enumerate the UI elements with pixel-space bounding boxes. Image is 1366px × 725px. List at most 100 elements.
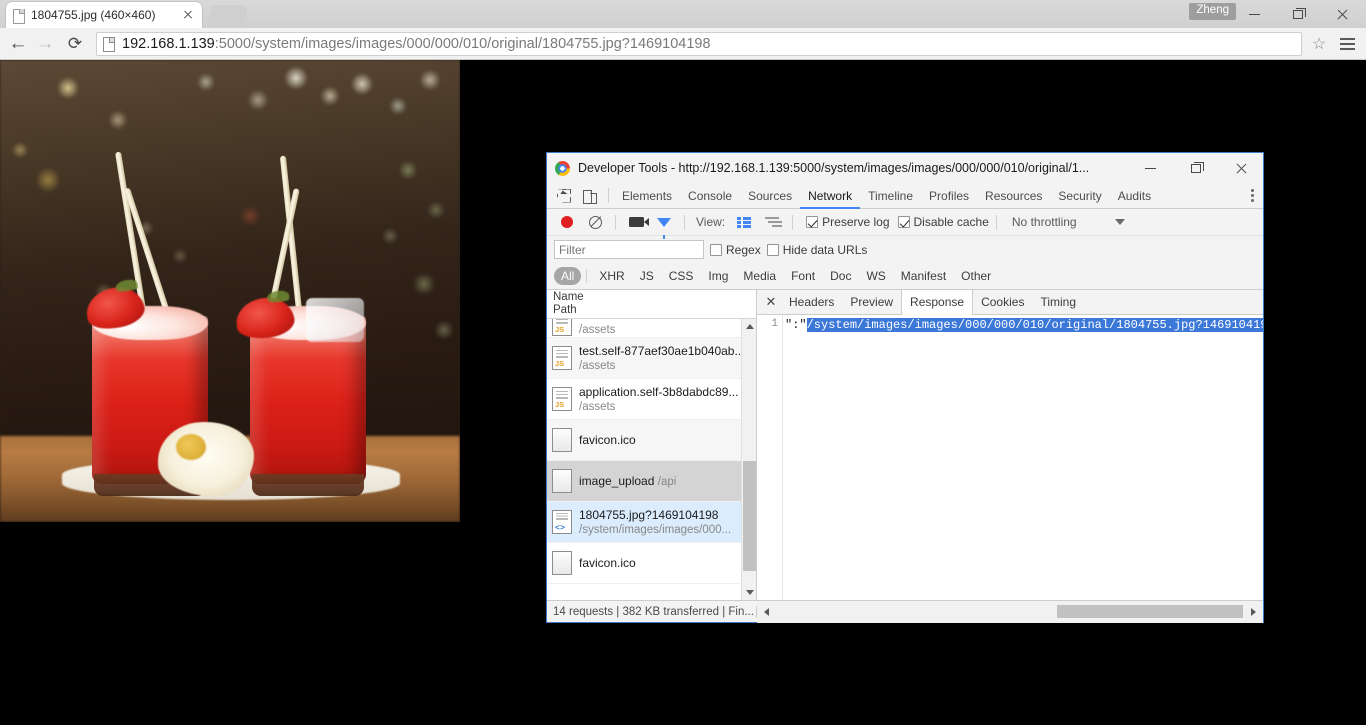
tab-resources[interactable]: Resources	[977, 183, 1050, 209]
scroll-down-arrow-icon[interactable]	[742, 585, 756, 600]
star-icon[interactable]: ☆	[1306, 32, 1332, 56]
table-row[interactable]: favicon.ico	[547, 543, 741, 584]
table-row[interactable]: favicon.ico	[547, 420, 741, 461]
tab-timeline[interactable]: Timeline	[860, 183, 921, 209]
clear-icon[interactable]	[582, 210, 608, 234]
request-name: favicon.ico	[579, 433, 636, 447]
tab-timing[interactable]: Timing	[1032, 290, 1084, 315]
forward-arrow-icon: →	[35, 33, 55, 54]
screenshot-camera-icon[interactable]	[623, 210, 649, 234]
regex-checkbox[interactable]: Regex	[710, 243, 761, 257]
chrome-logo-icon	[555, 160, 570, 176]
type-filter-manifest[interactable]: Manifest	[894, 267, 953, 285]
developer-tools-window: Developer Tools - http://192.168.1.139:5…	[546, 152, 1264, 623]
tab-audits[interactable]: Audits	[1110, 183, 1159, 209]
request-list-header[interactable]: Name Path	[547, 290, 756, 319]
scroll-up-arrow-icon[interactable]	[742, 319, 756, 334]
vertical-scrollbar[interactable]	[741, 319, 756, 600]
tab-response[interactable]: Response	[901, 289, 974, 316]
orchid-flower	[158, 422, 254, 496]
devtools-panel-tabs: Elements Console Sources Network Timelin…	[547, 183, 1263, 209]
request-cell: application.self-3b8dabdc89... /assets	[579, 385, 741, 413]
scrollbar-thumb[interactable]	[1057, 604, 1243, 618]
type-filter-font[interactable]: Font	[784, 267, 822, 285]
request-list-pane: Name Path /assets	[547, 290, 757, 600]
network-status-bar: 14 requests | 382 KB transferred | Fin..…	[547, 600, 1263, 623]
close-icon[interactable]: ✕	[761, 290, 781, 315]
record-button-icon[interactable]	[554, 210, 580, 234]
browser-tab[interactable]: 1804755.jpg (460×460)	[6, 2, 202, 28]
table-row[interactable]: test.self-877aef30ae1b040ab... /assets	[547, 338, 744, 379]
scroll-right-arrow-icon[interactable]	[1246, 601, 1261, 623]
tab-sources[interactable]: Sources	[740, 183, 800, 209]
tab-network[interactable]: Network	[800, 183, 860, 209]
response-content[interactable]: ":"/system/images/images/000/000/010/ori…	[783, 315, 1263, 600]
maximize-icon[interactable]	[1173, 153, 1218, 183]
hide-data-urls-checkbox[interactable]: Hide data URLs	[766, 243, 867, 257]
type-filter-media[interactable]: Media	[736, 267, 783, 285]
filter-funnel-icon[interactable]	[651, 210, 677, 239]
type-filter-other[interactable]: Other	[954, 267, 998, 285]
request-detail-tabs: ✕ Headers Preview Response Cookies Timin…	[757, 289, 1263, 316]
network-body: Name Path /assets	[547, 289, 1263, 600]
horizontal-scrollbar[interactable]	[757, 600, 1263, 623]
maximize-icon[interactable]	[1276, 0, 1320, 28]
tab-console[interactable]: Console	[680, 183, 740, 209]
type-filter-css[interactable]: CSS	[662, 267, 701, 285]
new-tab-icon[interactable]	[206, 5, 250, 26]
table-row[interactable]: /assets	[547, 319, 741, 338]
list-view-icon[interactable]	[731, 210, 757, 234]
response-body[interactable]: 1 ":"/system/images/images/000/000/010/o…	[757, 315, 1263, 600]
disable-cache-checkbox[interactable]: Disable cache	[897, 215, 989, 229]
throttling-dropdown[interactable]: No throttling	[1012, 215, 1125, 229]
js-file-icon	[552, 319, 572, 336]
tab-preview[interactable]: Preview	[842, 290, 901, 315]
close-icon[interactable]	[1320, 0, 1364, 28]
table-row[interactable]: application.self-3b8dabdc89... /assets	[547, 379, 741, 420]
divider	[586, 269, 588, 283]
divider	[684, 214, 685, 230]
table-row[interactable]: image_upload /api	[547, 461, 741, 502]
search-input[interactable]	[554, 240, 704, 259]
minimize-icon[interactable]	[1128, 153, 1173, 183]
tab-headers[interactable]: Headers	[781, 290, 842, 315]
blank-file-icon	[552, 428, 572, 452]
tab-security[interactable]: Security	[1050, 183, 1109, 209]
tab-cookies[interactable]: Cookies	[973, 290, 1032, 315]
type-filter-img[interactable]: Img	[701, 267, 735, 285]
tab-profiles[interactable]: Profiles	[921, 183, 977, 209]
tab-elements[interactable]: Elements	[614, 183, 680, 209]
address-bar-url: 192.168.1.139:5000/system/images/images/…	[122, 36, 711, 52]
hamburger-menu-icon[interactable]	[1332, 29, 1362, 59]
device-toolbar-icon[interactable]	[577, 184, 603, 208]
request-cell: favicon.ico	[579, 433, 741, 447]
type-filter-doc[interactable]: Doc	[823, 267, 858, 285]
type-filter-all[interactable]: All	[554, 267, 582, 285]
type-filter-js[interactable]: JS	[633, 267, 661, 285]
minimize-icon[interactable]	[1232, 0, 1276, 28]
blank-file-icon	[552, 551, 572, 575]
network-toolbar: View: Preserve log Disable cache No thro…	[547, 209, 1263, 239]
request-name: 1804755.jpg?1469104198	[579, 508, 719, 522]
disable-cache-label: Disable cache	[913, 215, 989, 229]
close-icon[interactable]	[180, 7, 196, 23]
waterfall-view-icon[interactable]	[759, 210, 785, 234]
preserve-log-checkbox[interactable]: Preserve log	[806, 215, 890, 229]
profile-name-badge[interactable]: Zheng	[1189, 3, 1236, 20]
column-header-path: Path	[553, 304, 577, 316]
scroll-left-arrow-icon[interactable]	[759, 601, 774, 623]
kebab-menu-icon[interactable]	[1241, 183, 1263, 209]
type-filter-xhr[interactable]: XHR	[592, 267, 631, 285]
address-bar[interactable]: 192.168.1.139:5000/system/images/images/…	[96, 31, 1302, 56]
divider	[608, 188, 609, 203]
scrollbar-thumb[interactable]	[743, 461, 756, 571]
inspect-element-icon[interactable]	[551, 184, 577, 208]
request-name: application.self-3b8dabdc89...	[579, 385, 739, 399]
type-filter-ws[interactable]: WS	[859, 267, 892, 285]
back-arrow-icon[interactable]: ←	[0, 29, 30, 59]
close-icon[interactable]	[1218, 153, 1263, 183]
response-selected-text: /system/images/images/000/000/010/origin…	[806, 318, 1263, 332]
reload-icon[interactable]: ⟳	[60, 29, 90, 59]
line-number-gutter: 1	[757, 315, 783, 600]
table-row[interactable]: 1804755.jpg?1469104198 /system/images/im…	[547, 502, 741, 543]
